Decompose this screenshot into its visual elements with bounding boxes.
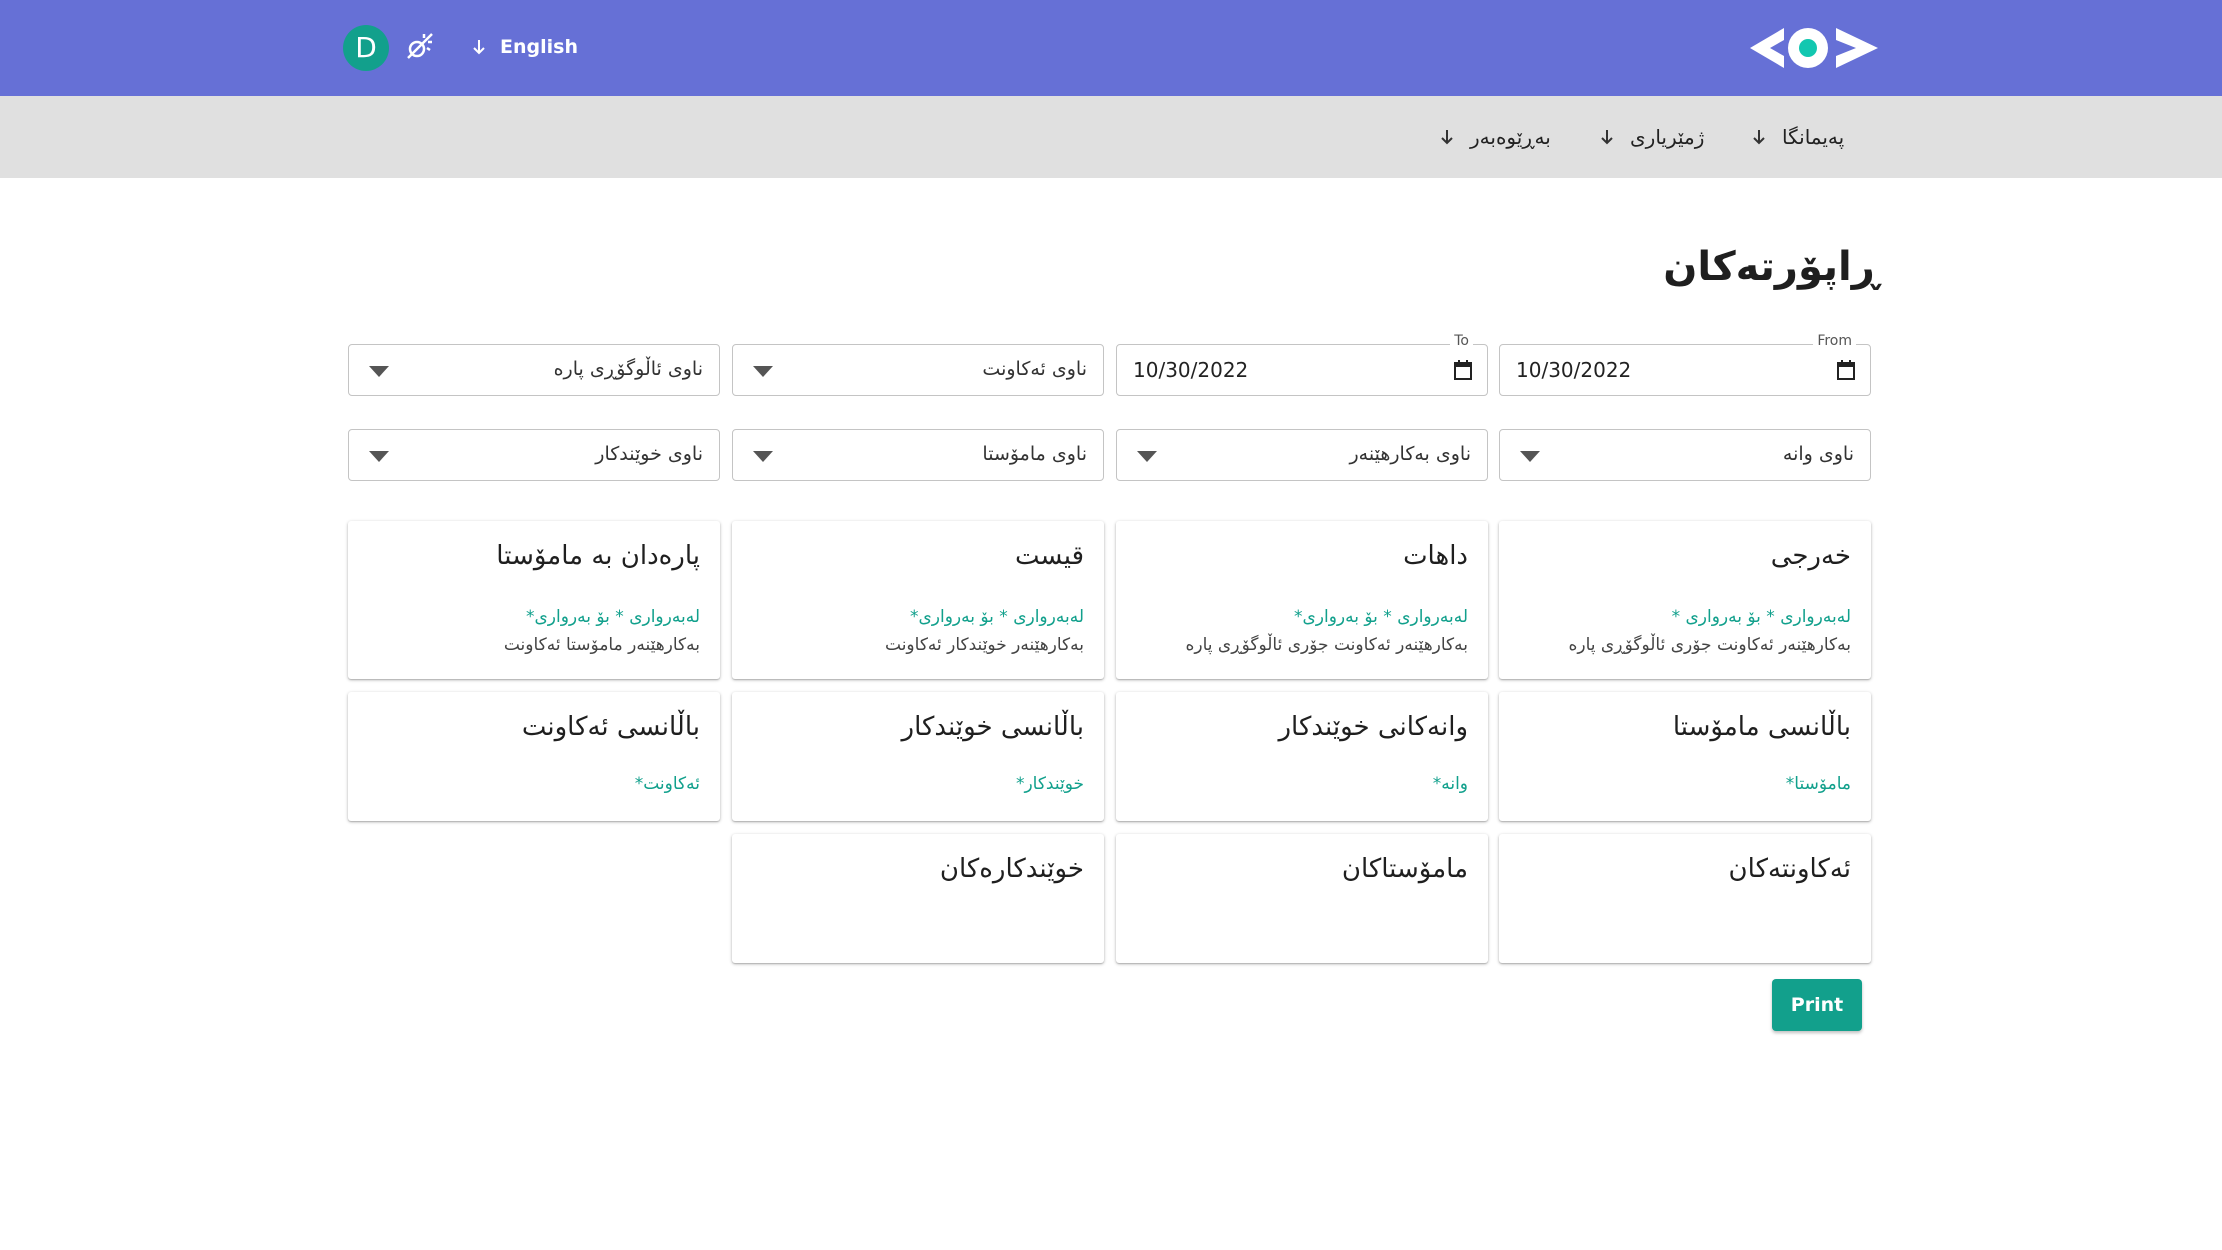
nav-item-admin[interactable]: بەڕێوەبەر [1438, 120, 1551, 154]
student-select[interactable]: ناوی خوێندکار [348, 429, 720, 481]
report-card-installment[interactable]: قیست لەبەرواری * بۆ بەرواری* بەکارهێنەر … [732, 521, 1104, 679]
card-title: خوێندکارەکان [939, 854, 1084, 884]
card-params: ئەکاونت* [634, 774, 700, 794]
card-date-range: لەبەرواری * بۆ بەرواری * [1671, 607, 1851, 627]
report-card-expense[interactable]: خەرجی لەبەرواری * بۆ بەرواری * بەکارهێنە… [1499, 521, 1871, 679]
arrow-down-icon [1753, 130, 1765, 145]
report-card-income[interactable]: داهات لەبەرواری * بۆ بەرواری* بەکارهێنەر… [1116, 521, 1488, 679]
account-select-value: ناوی ئەکاونت [982, 358, 1087, 380]
card-params: بەکارهێنەر مامۆستا ئەکاونت [503, 635, 700, 655]
card-title: پارەدان بە مامۆستا [496, 541, 700, 571]
card-title: ئەکاونتەکان [1728, 854, 1851, 884]
card-params: خوێندکار* [1015, 774, 1084, 794]
user-select[interactable]: ناوی بەکارهێنەر [1116, 429, 1488, 481]
card-params: بەکارهێنەر ئەکاونت جۆری ئاڵوگۆڕی پارە [1568, 635, 1851, 655]
nav-item-label: ژمێریاری [1630, 125, 1705, 149]
print-button[interactable]: Print [1772, 979, 1862, 1031]
student-select-value: ناوی خوێندکار [595, 443, 703, 465]
from-date-value: 10/30/2022 [1516, 358, 1632, 382]
card-params: مامۆستا* [1785, 774, 1851, 794]
brand-logo[interactable] [1748, 24, 1880, 72]
nav-item-institute[interactable]: پەیمانگا [1750, 120, 1844, 154]
nav-item-label: بەڕێوەبەر [1470, 125, 1551, 149]
language-label: English [500, 36, 578, 58]
dropdown-caret-icon [369, 451, 389, 462]
dropdown-caret-icon [1520, 451, 1540, 462]
card-title: باڵانسی خوێندکار [901, 712, 1084, 742]
nav-item-accounting[interactable]: ژمێریاری [1598, 120, 1704, 154]
to-date-value: 10/30/2022 [1133, 358, 1249, 382]
lesson-select[interactable]: ناوی وانە [1499, 429, 1871, 481]
nav-item-label: پەیمانگا [1782, 125, 1845, 149]
dropdown-caret-icon [369, 366, 389, 377]
report-card-account-balance[interactable]: باڵانسی ئەکاونت ئەکاونت* [348, 692, 720, 821]
calendar-icon[interactable] [1836, 359, 1856, 381]
theme-toggle-icon[interactable] [402, 30, 436, 64]
report-card-teacher-balance[interactable]: باڵانسی مامۆستا مامۆستا* [1499, 692, 1871, 821]
language-selector[interactable]: English [470, 32, 578, 62]
user-avatar[interactable]: D [343, 25, 389, 71]
report-card-student-balance[interactable]: باڵانسی خوێندکار خوێندکار* [732, 692, 1104, 821]
account-select[interactable]: ناوی ئەکاونت [732, 344, 1104, 396]
card-title: مامۆستاکان [1341, 854, 1468, 884]
arrow-down-icon [1601, 130, 1613, 145]
arrow-down-icon [1441, 130, 1453, 145]
report-card-student-lessons[interactable]: وانەکانی خوێندکار وانە* [1116, 692, 1488, 821]
card-date-range: لەبەرواری * بۆ بەرواری* [909, 607, 1084, 627]
payment-type-select[interactable]: ناوی ئاڵوگۆڕی پارە [348, 344, 720, 396]
payment-type-select-value: ناوی ئاڵوگۆڕی پارە [553, 358, 703, 380]
card-params: وانە* [1432, 774, 1468, 794]
top-header: D English [0, 0, 2222, 96]
card-title: وانەکانی خوێندکار [1278, 712, 1468, 742]
card-params: بەکارهێنەر خوێندکار ئەکاونت [885, 635, 1084, 655]
to-date-field[interactable]: To 10/30/2022 [1116, 333, 1488, 396]
from-date-label: From [1813, 333, 1856, 349]
card-title: داهات [1403, 541, 1468, 571]
to-date-label: To [1450, 333, 1473, 349]
card-title: باڵانسی ئەکاونت [521, 712, 700, 742]
teacher-select-value: ناوی مامۆستا [982, 443, 1087, 465]
dropdown-caret-icon [1137, 451, 1157, 462]
card-title: باڵانسی مامۆستا [1672, 712, 1851, 742]
card-title: قیست [1015, 541, 1084, 571]
page-title: ڕاپۆرتەکان [1663, 244, 1879, 290]
card-title: خەرجی [1770, 541, 1851, 571]
dropdown-caret-icon [753, 366, 773, 377]
report-card-teachers[interactable]: مامۆستاکان [1116, 834, 1488, 963]
lesson-select-value: ناوی وانە [1782, 443, 1854, 465]
report-card-accounts[interactable]: ئەکاونتەکان [1499, 834, 1871, 963]
dropdown-caret-icon [753, 451, 773, 462]
report-card-students[interactable]: خوێندکارەکان [732, 834, 1104, 963]
arrow-down-icon [473, 40, 485, 55]
card-params: بەکارهێنەر ئەکاونت جۆری ئاڵوگۆڕی پارە [1185, 635, 1468, 655]
calendar-icon[interactable] [1453, 359, 1473, 381]
card-date-range: لەبەرواری * بۆ بەرواری* [1293, 607, 1468, 627]
from-date-field[interactable]: From 10/30/2022 [1499, 333, 1871, 396]
card-date-range: لەبەرواری * بۆ بەرواری* [525, 607, 700, 627]
user-select-value: ناوی بەکارهێنەر [1349, 443, 1472, 465]
main-nav: پەیمانگا ژمێریاری بەڕێوەبەر [0, 96, 2222, 178]
report-card-teacher-payment[interactable]: پارەدان بە مامۆستا لەبەرواری * بۆ بەروار… [348, 521, 720, 679]
teacher-select[interactable]: ناوی مامۆستا [732, 429, 1104, 481]
